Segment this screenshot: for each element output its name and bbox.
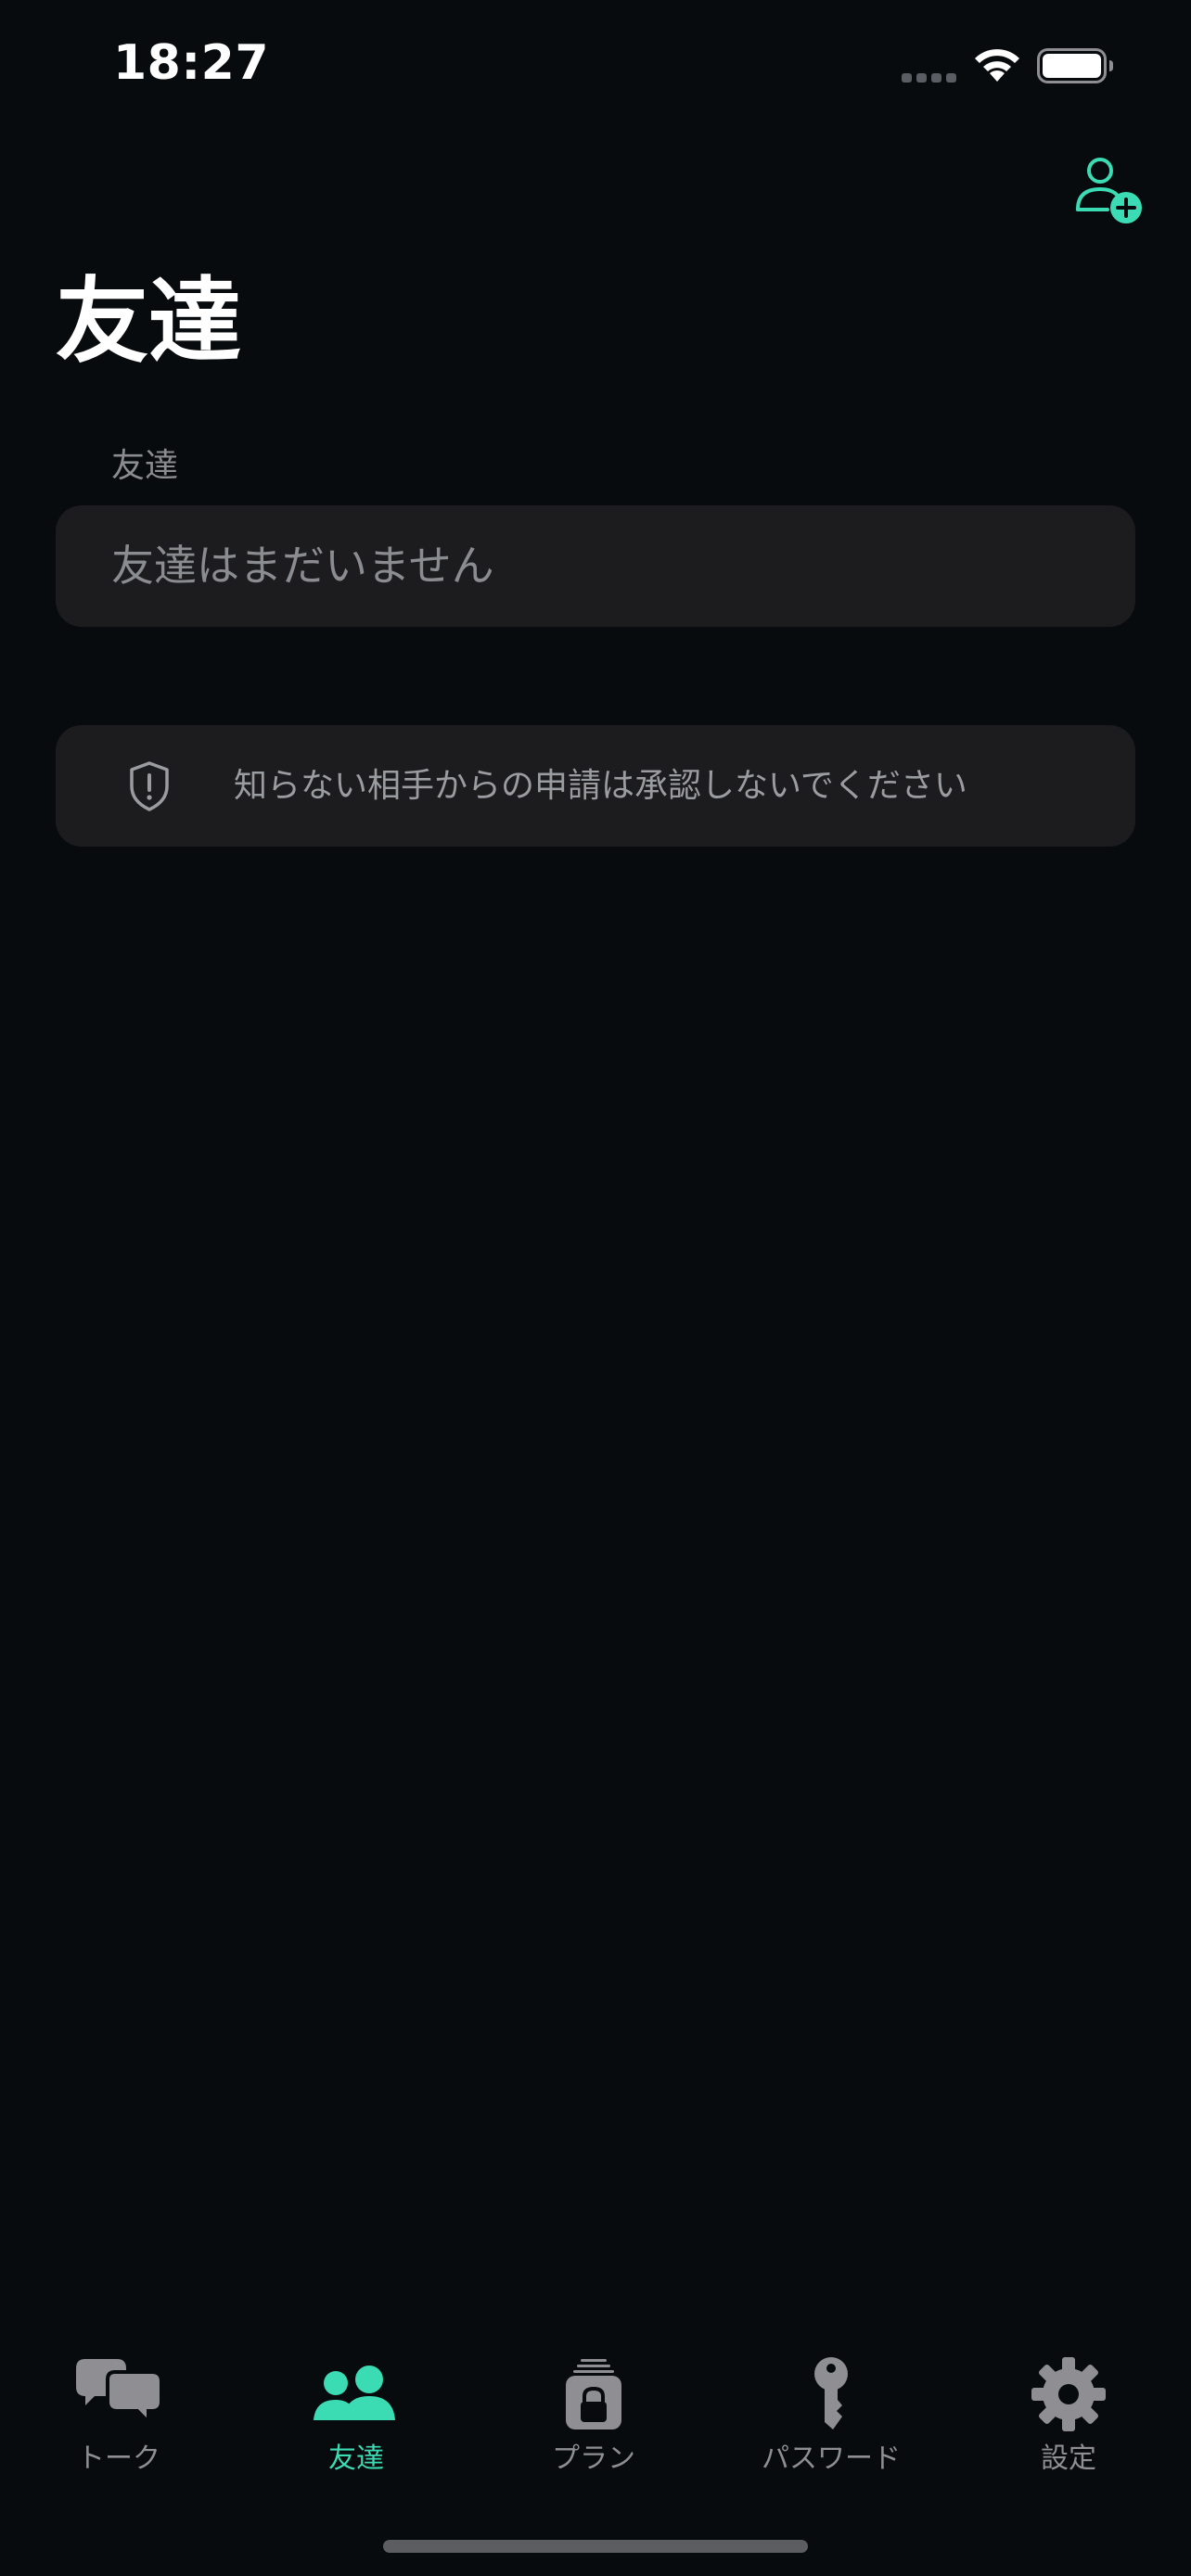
gear-icon (1031, 2357, 1106, 2431)
tab-plan[interactable]: プラン (475, 2337, 712, 2494)
key-icon (814, 2357, 848, 2429)
tab-friends-label: 友達 (328, 2442, 384, 2475)
warning-text: 知らない相手からの申請は承認しないでください (234, 767, 967, 805)
tab-settings-label: 設定 (1041, 2442, 1096, 2475)
person-add-icon (1076, 158, 1142, 223)
tab-talk-label: トーク (77, 2442, 160, 2475)
empty-friends-text: 友達はまだいません (111, 541, 494, 591)
chat-bubbles-icon (76, 2359, 163, 2427)
friends-list-card: 友達はまだいません (56, 505, 1135, 627)
home-indicator (383, 2540, 808, 2553)
lock-stack-icon (566, 2359, 621, 2429)
signal-icon (902, 73, 957, 84)
add-friend-button[interactable] (1069, 150, 1150, 232)
status-time: 18:27 (113, 35, 270, 91)
wifi-icon (975, 49, 1019, 82)
tab-talk[interactable]: トーク (0, 2337, 237, 2494)
shield-exclamation-icon (130, 761, 169, 811)
people-icon (314, 2366, 395, 2420)
tab-plan-label: プラン (552, 2442, 635, 2475)
tab-settings[interactable]: 設定 (950, 2337, 1187, 2494)
tab-password[interactable]: パスワード (712, 2337, 950, 2494)
warning-card: 知らない相手からの申請は承認しないでください (56, 725, 1135, 847)
friends-section-header: 友達 (111, 447, 179, 485)
page-title: 友達 (56, 267, 241, 376)
battery-icon (1037, 48, 1113, 83)
status-bar: 18:27 (0, 0, 1191, 130)
tab-password-label: パスワード (762, 2442, 901, 2475)
tab-friends[interactable]: 友達 (237, 2337, 475, 2494)
